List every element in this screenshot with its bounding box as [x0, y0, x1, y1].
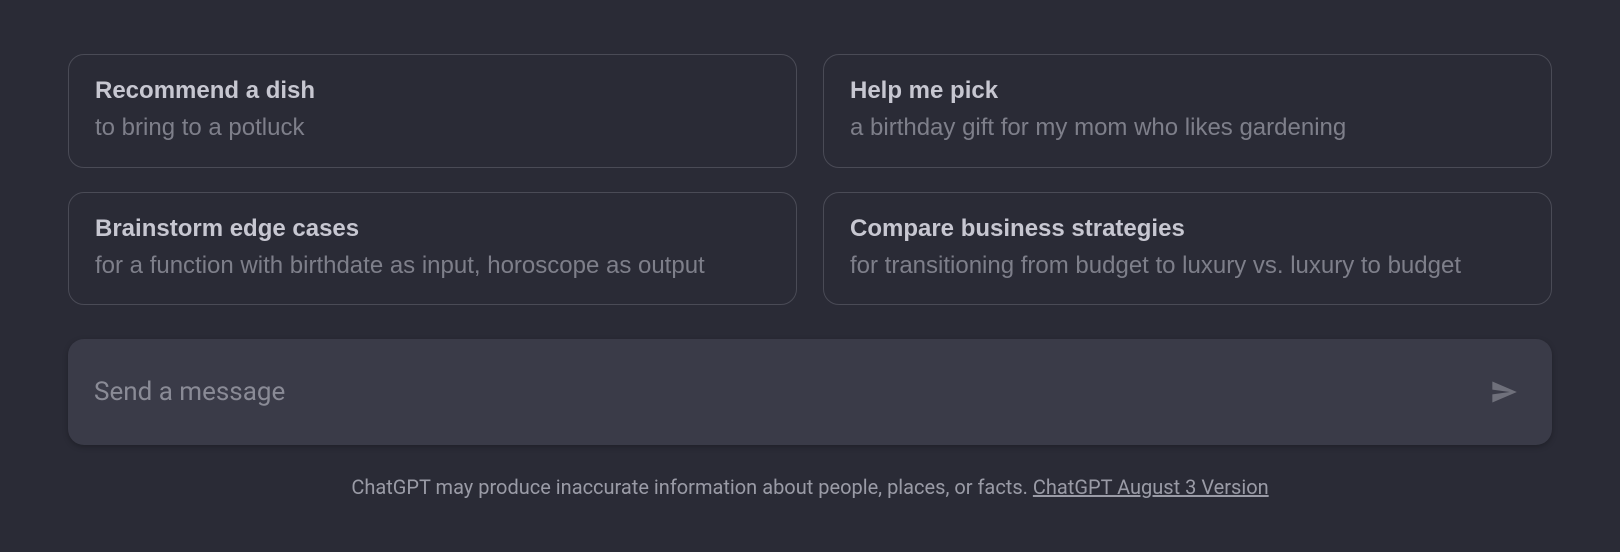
suggestion-card-help-me-pick[interactable]: Help me pick a birthday gift for my mom … [823, 54, 1552, 168]
suggestion-card-compare-business-strategies[interactable]: Compare business strategies for transiti… [823, 192, 1552, 306]
suggestion-card-brainstorm-edge-cases[interactable]: Brainstorm edge cases for a function wit… [68, 192, 797, 306]
suggestion-subtitle: to bring to a potluck [95, 112, 770, 144]
send-button[interactable] [1482, 370, 1526, 414]
suggestions-grid: Recommend a dish to bring to a potluck H… [68, 54, 1552, 305]
suggestion-title: Recommend a dish [95, 75, 770, 106]
footer-text: ChatGPT may produce inaccurate informati… [351, 475, 1033, 499]
send-icon [1490, 378, 1518, 406]
suggestion-title: Help me pick [850, 75, 1525, 106]
suggestion-subtitle: for transitioning from budget to luxury … [850, 250, 1525, 282]
version-link[interactable]: ChatGPT August 3 Version [1033, 475, 1269, 499]
suggestion-subtitle: a birthday gift for my mom who likes gar… [850, 112, 1525, 144]
suggestion-title: Compare business strategies [850, 213, 1525, 244]
footer-disclaimer: ChatGPT may produce inaccurate informati… [68, 473, 1552, 501]
suggestion-title: Brainstorm edge cases [95, 213, 770, 244]
suggestion-subtitle: for a function with birthdate as input, … [95, 250, 770, 282]
message-input-container [68, 339, 1552, 445]
message-input[interactable] [94, 377, 1482, 407]
suggestion-card-recommend-dish[interactable]: Recommend a dish to bring to a potluck [68, 54, 797, 168]
